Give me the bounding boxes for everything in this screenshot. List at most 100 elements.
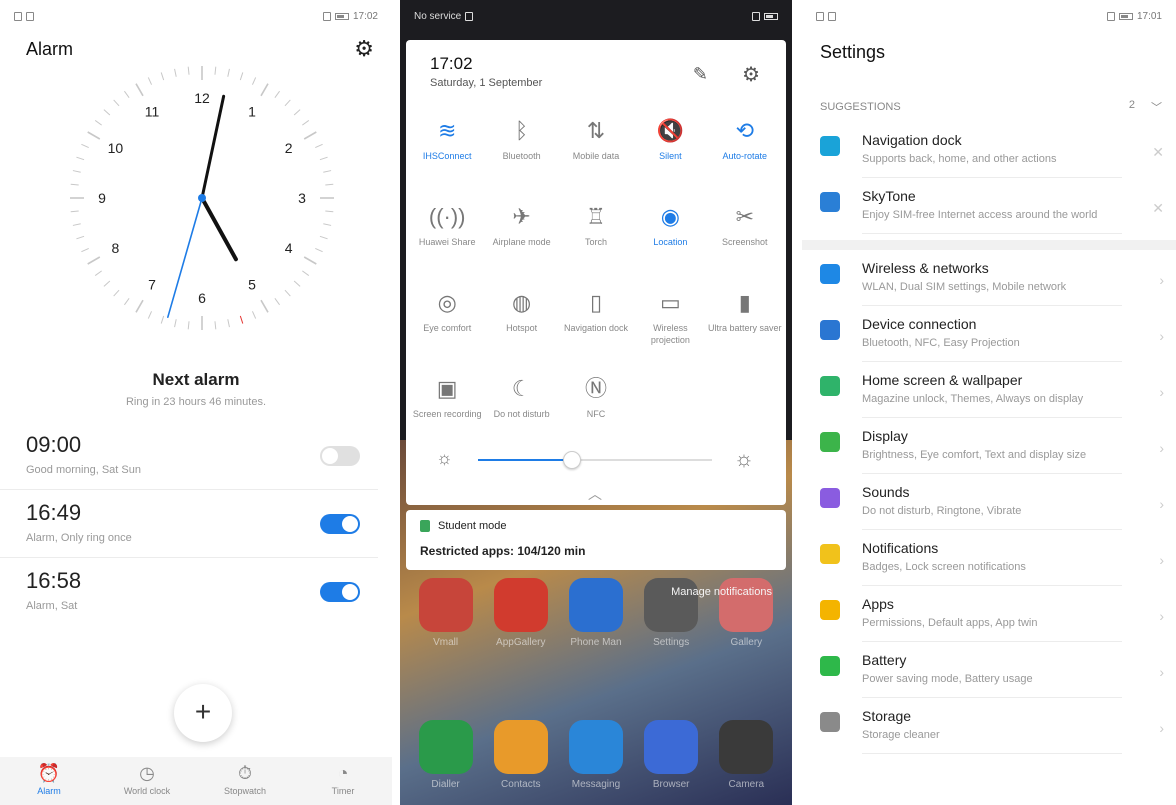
device-connection-icon xyxy=(820,320,840,340)
settings-row[interactable]: Notifications Badges, Lock screen notific… xyxy=(802,530,1176,586)
qs-tile[interactable]: ◉ Location xyxy=(633,194,707,274)
clock-tick xyxy=(260,299,269,313)
quick-settings-screen: No service Vmall AppGallery Phone Man Setti… xyxy=(400,0,792,805)
alarm-item[interactable]: 09:00 Good morning, Sat Sun xyxy=(0,422,378,490)
qs-tile[interactable]: ≋ IHSConnect xyxy=(410,108,484,188)
quick-tiles-grid: ≋ IHSConnect ᛒ Bluetooth ⇅ Mobile data 🔇 Silent… xyxy=(406,102,786,446)
clock-tick xyxy=(94,120,102,126)
alarm-item[interactable]: 16:58 Alarm, Sat xyxy=(0,558,378,626)
clock-number: 10 xyxy=(108,140,124,156)
app-icon xyxy=(418,720,473,774)
brightness-handle[interactable] xyxy=(562,451,581,469)
brightness-slider[interactable]: ☼ ☼ xyxy=(430,446,762,472)
suggestions-header[interactable]: SUGGESTIONS 2 ﹀ xyxy=(802,92,1176,122)
clock-tick xyxy=(239,72,244,81)
clock-tick xyxy=(72,170,81,173)
settings-list: Wireless & networks WLAN, Dual SIM settin… xyxy=(802,250,1176,754)
qs-tile[interactable]: ⟲ Auto-rotate xyxy=(708,108,782,188)
home-app[interactable]: Vmall xyxy=(414,578,478,648)
add-alarm-button[interactable]: + xyxy=(174,684,232,742)
gear-icon[interactable]: ⚙ xyxy=(742,62,760,87)
qs-tile[interactable]: ☾ Do not disturb xyxy=(484,366,558,446)
sim-icon xyxy=(14,11,22,21)
settings-row[interactable]: Wireless & networks WLAN, Dual SIM settin… xyxy=(802,250,1176,306)
settings-row-subtitle: Do not disturb, Ringtone, Vibrate xyxy=(862,505,1022,517)
settings-row-text: Display Brightness, Eye comfort, Text and… xyxy=(862,428,1122,474)
clock-number: 1 xyxy=(248,103,256,119)
alarm-item[interactable]: 16:49 Alarm, Only ring once xyxy=(0,490,378,558)
chevron-right-icon: › xyxy=(1159,272,1164,288)
qs-tile[interactable]: ▮ Ultra battery saver xyxy=(708,280,782,360)
settings-row[interactable]: SkyTone Enjoy SIM-free Internet access ar… xyxy=(802,178,1176,234)
chevron-down-icon[interactable]: ﹀ xyxy=(1151,99,1162,115)
settings-row-subtitle: Enjoy SIM-free Internet access around th… xyxy=(862,209,1098,221)
home-app[interactable]: Phone Man xyxy=(564,578,628,648)
qs-tile[interactable]: 🔇 Silent xyxy=(633,108,707,188)
qs-tile[interactable]: ◍ Hotspot xyxy=(484,280,558,360)
app-label: Phone Man xyxy=(570,637,622,648)
settings-row[interactable]: Device connection Bluetooth, NFC, Easy Pr… xyxy=(802,306,1176,362)
settings-row-title: Storage xyxy=(862,708,912,724)
home-app[interactable]: Messaging xyxy=(564,720,628,790)
qs-tile[interactable]: ✈ Airplane mode xyxy=(484,194,558,274)
qs-tile[interactable]: Ⓝ NFC xyxy=(559,366,633,446)
chevron-right-icon: › xyxy=(1159,608,1164,624)
home-app[interactable]: Dialler xyxy=(414,720,478,790)
hour-hand xyxy=(200,196,238,262)
settings-row-text: Navigation dock Supports back, home, and … xyxy=(862,132,1122,178)
chevron-up-icon[interactable]: ︿ xyxy=(588,484,602,504)
settings-row[interactable]: Navigation dock Supports back, home, and … xyxy=(802,122,1176,178)
gear-icon[interactable]: ⚙ xyxy=(354,38,374,60)
qs-tile[interactable]: ᛒ Bluetooth xyxy=(484,108,558,188)
settings-row[interactable]: Sounds Do not disturb, Ringtone, Vibrate › xyxy=(802,474,1176,530)
clock-tick xyxy=(87,131,101,140)
home-app[interactable]: AppGallery xyxy=(489,578,553,648)
clock-tick xyxy=(315,247,323,253)
settings-row-subtitle: Power saving mode, Battery usage xyxy=(862,673,1033,685)
clock-tick xyxy=(227,68,230,77)
navigation-dock-icon: ▯ xyxy=(589,290,603,315)
qs-tile[interactable]: ▭ Wireless projection xyxy=(633,280,707,360)
chevron-right-icon: › xyxy=(1159,440,1164,456)
edit-icon[interactable]: ✎ xyxy=(693,64,708,85)
clock-tick xyxy=(72,223,81,226)
tab-timer[interactable]: ◔ Timer xyxy=(294,757,392,805)
qs-tile[interactable]: ✂ Screenshot xyxy=(708,194,782,274)
settings-row[interactable]: Display Brightness, Eye comfort, Text and… xyxy=(802,418,1176,474)
clock-tick xyxy=(303,256,317,265)
close-icon[interactable]: ✕ xyxy=(1152,200,1164,217)
qs-tile[interactable]: ▣ Screen recording xyxy=(410,366,484,446)
manage-notifications-link[interactable]: Manage notifications xyxy=(671,586,772,598)
tab-stopwatch[interactable]: ⏱ Stopwatch xyxy=(196,757,294,805)
clock-number: 4 xyxy=(285,240,293,256)
qs-tile[interactable]: ((·)) Huawei Share xyxy=(410,194,484,274)
qs-tile[interactable]: ♖ Torch xyxy=(559,194,633,274)
clock-tick xyxy=(113,99,120,107)
next-alarm-title: Next alarm xyxy=(152,370,240,389)
settings-row-text: Home screen & wallpaper Magazine unlock, … xyxy=(862,372,1122,418)
alarm-toggle[interactable] xyxy=(320,446,360,466)
home-app[interactable]: Camera xyxy=(714,720,778,790)
close-icon[interactable]: ✕ xyxy=(1152,144,1164,161)
settings-row[interactable]: Storage Storage cleaner › xyxy=(802,698,1176,754)
home-app[interactable]: Browser xyxy=(639,720,703,790)
settings-row[interactable]: Home screen & wallpaper Magazine unlock, … xyxy=(802,362,1176,418)
app-label: AppGallery xyxy=(496,637,546,648)
tab-alarm[interactable]: ⏰ Alarm xyxy=(0,757,98,805)
status-bar: 17:02 xyxy=(0,0,392,32)
settings-row[interactable]: Battery Power saving mode, Battery usage › xyxy=(802,642,1176,698)
app-label: Gallery xyxy=(730,637,763,648)
notification-card[interactable]: Student mode Restricted apps: 104/120 mi… xyxy=(406,510,786,570)
settings-row-title: Notifications xyxy=(862,540,939,556)
alarm-toggle[interactable] xyxy=(320,514,360,534)
qs-tile[interactable]: ⇅ Mobile data xyxy=(559,108,633,188)
home-app[interactable]: Contacts xyxy=(489,720,553,790)
qs-tile[interactable]: ◎ Eye comfort xyxy=(410,280,484,360)
qs-tile[interactable]: ▯ Navigation dock xyxy=(559,280,633,360)
alarm-toggle[interactable] xyxy=(320,582,360,602)
tab-world-clock[interactable]: ◷ World clock xyxy=(98,757,196,805)
settings-row[interactable]: Apps Permissions, Default apps, App twin › xyxy=(802,586,1176,642)
brightness-track[interactable] xyxy=(478,451,712,469)
silent-icon: 🔇 xyxy=(656,118,685,143)
settings-row-title: Navigation dock xyxy=(862,132,962,148)
